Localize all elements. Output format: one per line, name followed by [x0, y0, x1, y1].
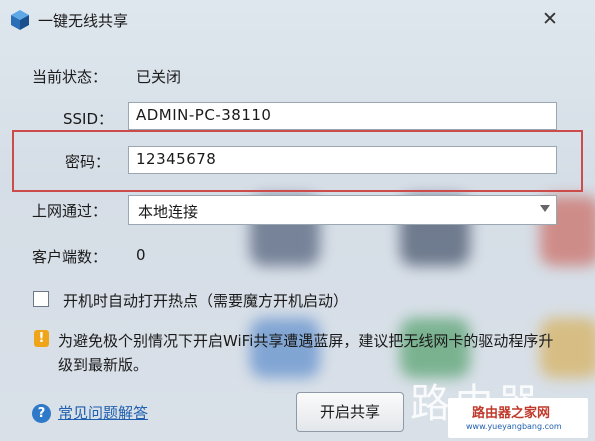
network-select[interactable]: 本地连接 — [128, 195, 557, 225]
password-label: 密码： — [65, 153, 111, 171]
window-title: 一键无线共享 — [38, 12, 129, 30]
chevron-down-icon — [540, 205, 550, 212]
clients-value: 0 — [136, 246, 146, 264]
status-value: 已关闭 — [136, 68, 182, 86]
network-label: 上网通过： — [32, 202, 108, 220]
cube-app-icon — [11, 10, 29, 30]
start-sharing-button[interactable]: 开启共享 — [296, 392, 404, 432]
network-selected-value: 本地连接 — [138, 203, 199, 221]
one-click-wifi-share-window: 一键无线共享 ✕ 当前状态： 已关闭 SSID： ADMIN-PC-38110 … — [0, 0, 595, 441]
title-bar: 一键无线共享 ✕ — [0, 0, 595, 40]
autostart-checkbox[interactable] — [33, 291, 49, 307]
close-icon[interactable]: ✕ — [536, 6, 564, 32]
autostart-label[interactable]: 开机时自动打开热点（需要魔方开机启动） — [63, 290, 348, 311]
watermark-site-name: 路由器之家网 — [472, 406, 551, 421]
clients-label: 客户端数： — [32, 248, 108, 266]
status-label: 当前状态： — [32, 68, 108, 86]
warning-icon: ! — [34, 330, 49, 347]
faq-link[interactable]: 常见问题解答 — [58, 402, 148, 423]
notice-text: 为避免极个别情况下开启WiFi共享遭遇蓝屏，建议把无线网卡的驱动程序升级到最新版… — [58, 332, 554, 374]
ssid-input[interactable]: ADMIN-PC-38110 — [128, 102, 557, 130]
password-input[interactable]: 12345678 — [128, 146, 557, 174]
ssid-label: SSID： — [63, 110, 114, 128]
question-icon[interactable]: ? — [32, 404, 51, 423]
watermark-url: www.yueyangbang.com — [466, 422, 562, 431]
